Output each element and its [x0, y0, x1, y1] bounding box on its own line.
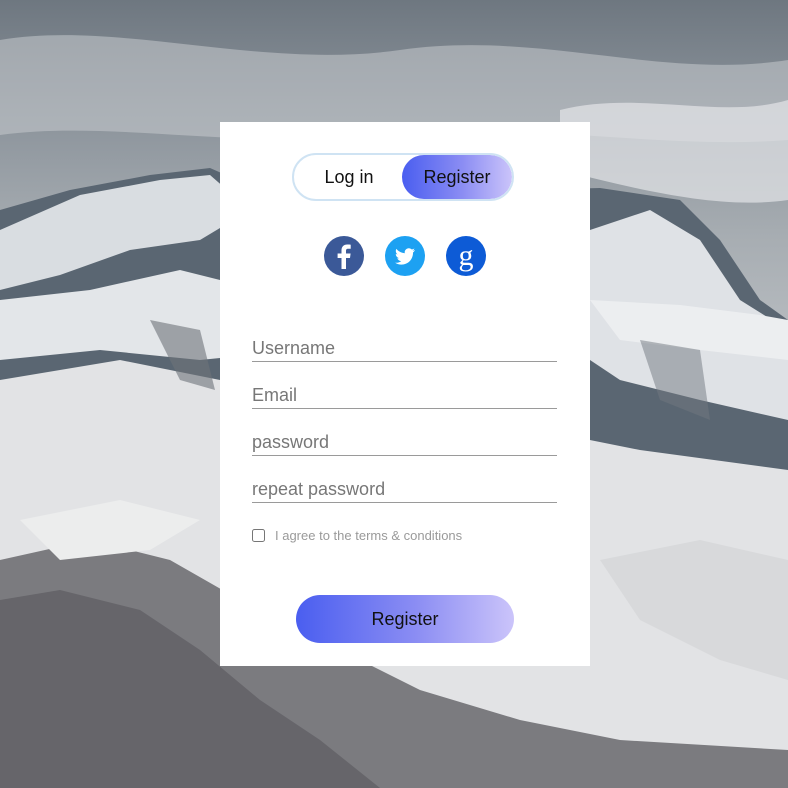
facebook-login-button[interactable] [324, 236, 364, 276]
login-register-toggle: Log in Register [292, 153, 514, 201]
email-field[interactable] [252, 382, 557, 409]
agree-terms-checkbox[interactable] [252, 529, 265, 542]
tab-register[interactable]: Register [402, 155, 512, 199]
password-field[interactable] [252, 429, 557, 456]
twitter-login-button[interactable] [385, 236, 425, 276]
register-submit-button[interactable]: Register [296, 595, 514, 643]
twitter-icon [385, 236, 425, 276]
google-login-button[interactable]: g [446, 236, 486, 276]
agree-terms-label: I agree to the terms & conditions [275, 528, 463, 543]
register-card: Log in Register g I agree to the terms &… [220, 122, 590, 666]
svg-text:g: g [459, 239, 474, 272]
username-field[interactable] [252, 335, 557, 362]
google-icon: g [446, 236, 486, 276]
tab-log-in[interactable]: Log in [294, 155, 404, 199]
facebook-icon [324, 236, 364, 276]
repeat-password-field[interactable] [252, 476, 557, 503]
